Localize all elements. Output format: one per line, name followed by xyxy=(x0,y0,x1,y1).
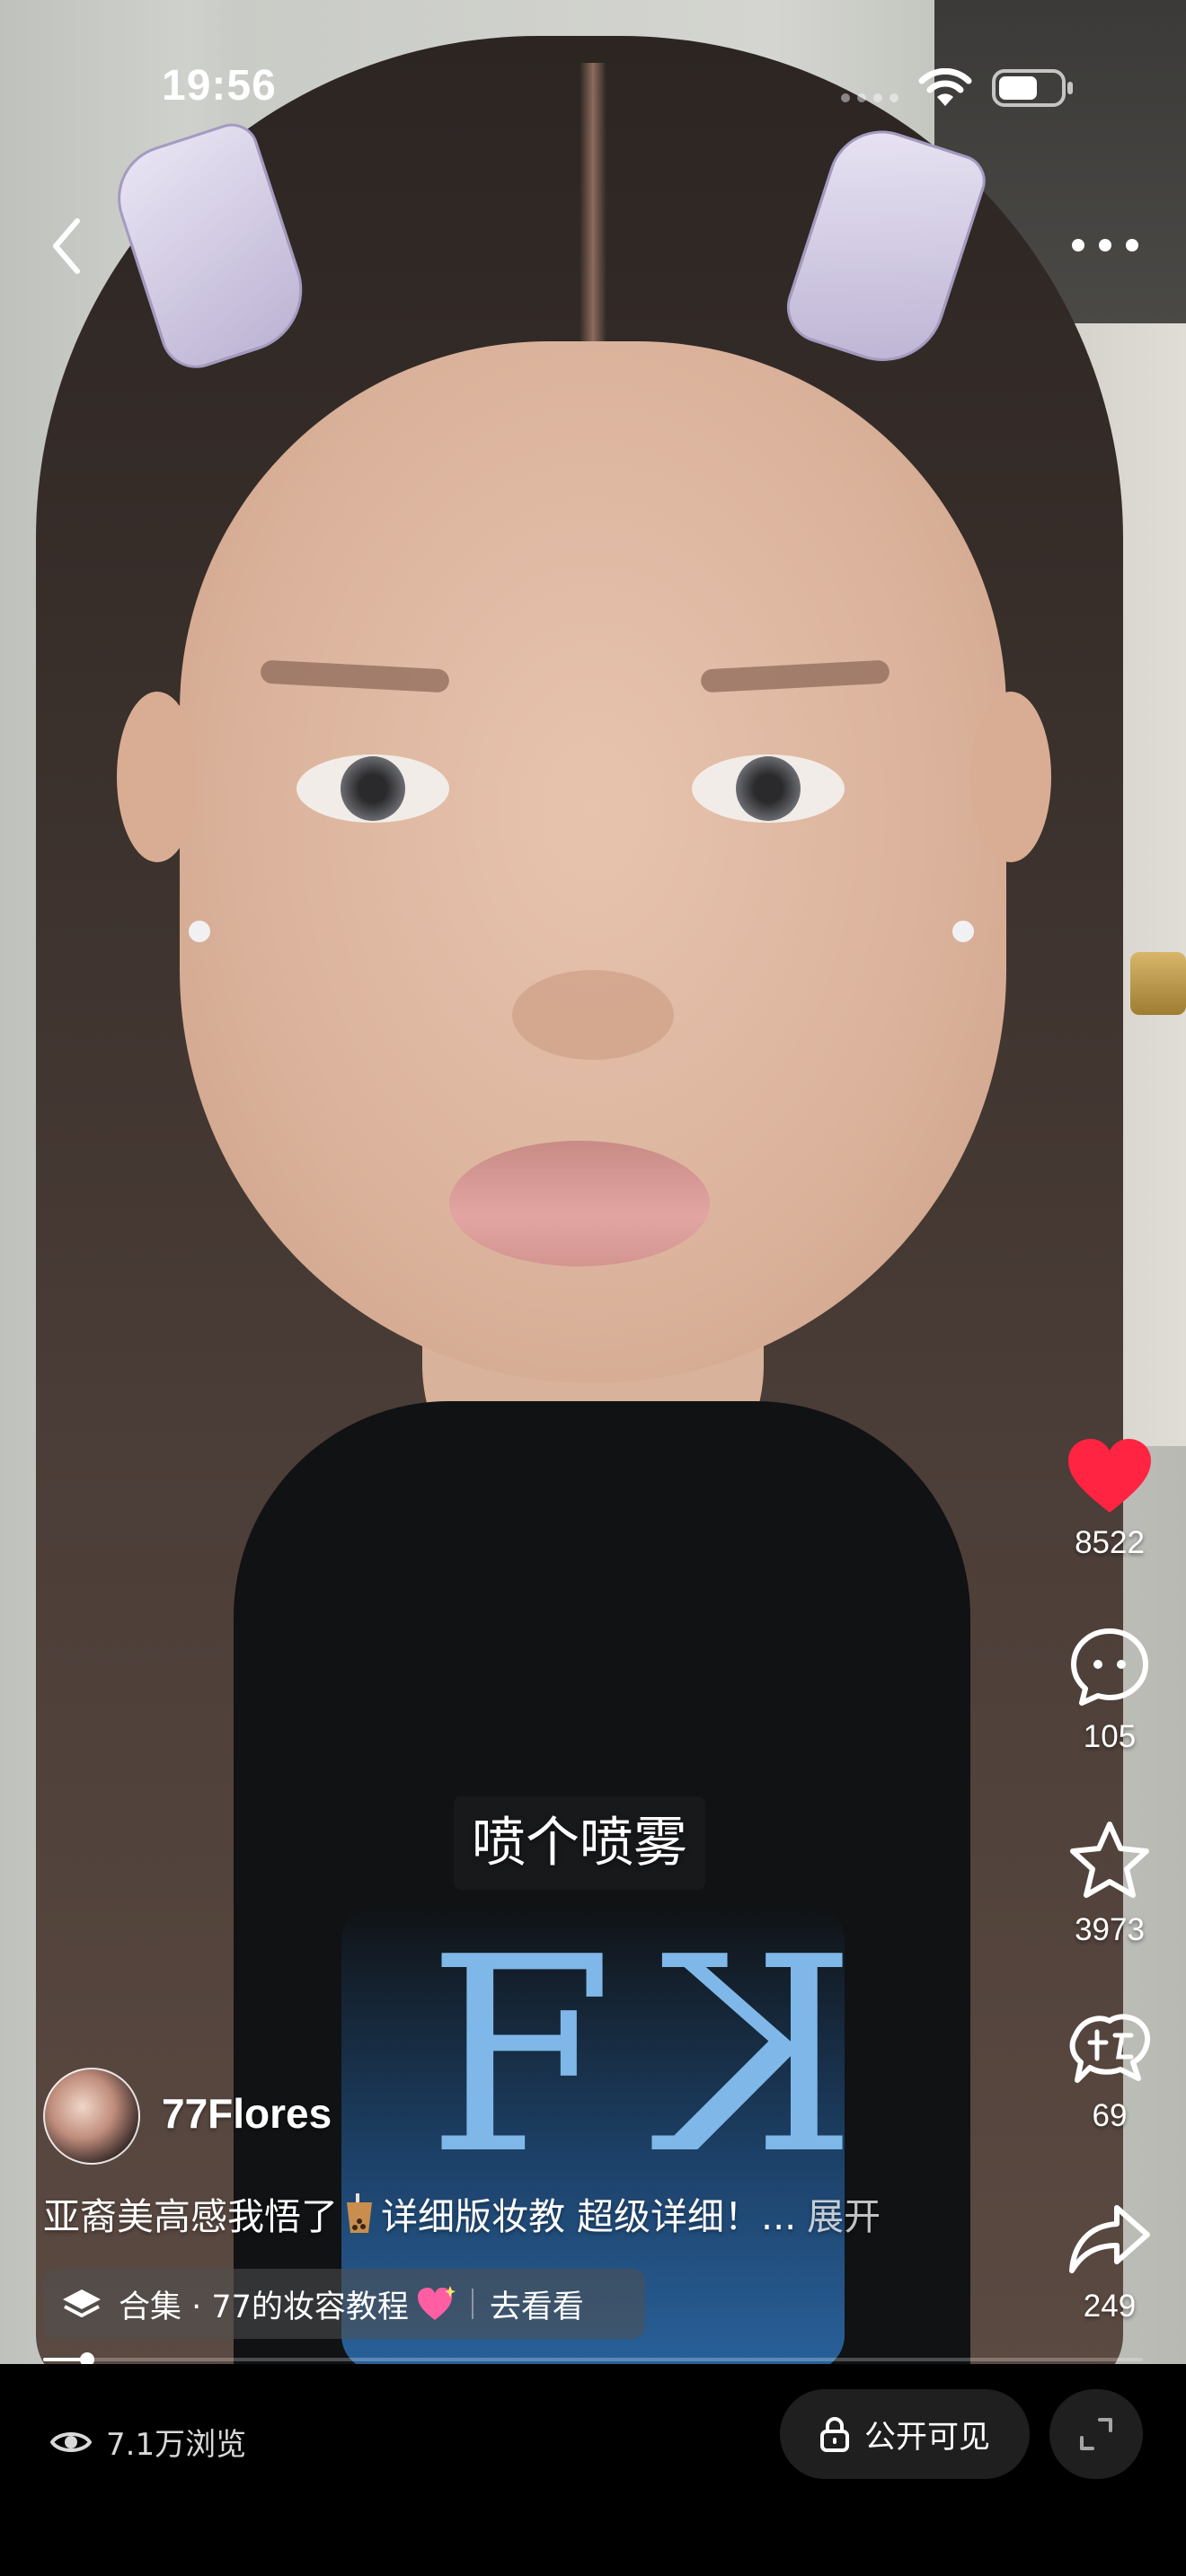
caption-expand-link[interactable]: 展开 xyxy=(807,2195,881,2238)
remix-count: 69 xyxy=(1092,2098,1128,2133)
collection-label: 合集 · 77的妆容教程 xyxy=(119,2289,409,2325)
caption-text-start: 亚裔美高感我悟了 xyxy=(43,2195,338,2238)
comment-bubble-icon xyxy=(1071,1628,1148,1706)
collection-go-link[interactable]: 去看看 xyxy=(490,2281,584,2327)
collection-pill[interactable]: 合集 · 77的妆容教程 去看看 xyxy=(43,2269,645,2339)
share-button[interactable]: 249 xyxy=(1042,2201,1177,2325)
comment-button[interactable]: 105 xyxy=(1042,1626,1177,1755)
caption-text-end: 详细版妆教 超级详细！... xyxy=(381,2195,797,2238)
bubble-tea-icon xyxy=(347,2193,372,2233)
door-handle xyxy=(1130,952,1186,1015)
author-avatar[interactable] xyxy=(43,2068,140,2165)
privacy-label: 公开可见 xyxy=(863,2419,990,2456)
remix-icon xyxy=(1069,2014,1151,2083)
bottom-bar: 7.1万浏览 公开可见 xyxy=(0,2364,1186,2576)
share-arrow-icon xyxy=(1069,2205,1150,2273)
privacy-button[interactable]: 公开可见 xyxy=(780,2389,1030,2479)
video-player[interactable]: F K xyxy=(0,0,1186,2364)
fullscreen-button[interactable] xyxy=(1049,2389,1143,2479)
video-progress-bar[interactable] xyxy=(43,2352,1143,2367)
remix-button[interactable]: 69 xyxy=(1042,2010,1177,2134)
like-count: 8522 xyxy=(1075,1525,1145,1560)
status-bar: 19:56 xyxy=(0,0,1186,171)
author-name[interactable]: 77Flores xyxy=(162,2089,332,2138)
back-button[interactable] xyxy=(40,208,97,284)
more-horizontal-icon xyxy=(1072,239,1138,251)
comment-count: 105 xyxy=(1083,1719,1137,1754)
lock-icon xyxy=(819,2417,849,2452)
signal-dots-icon xyxy=(841,93,898,102)
heart-icon xyxy=(1068,1439,1151,1513)
chevron-left-icon xyxy=(53,218,80,274)
eye-icon xyxy=(50,2431,92,2452)
post-caption[interactable]: 亚裔美高感我悟了 详细版妆教 超级详细！... 展开 xyxy=(43,2192,996,2242)
view-count-label: 7.1万浏览 xyxy=(106,2427,247,2463)
battery-icon xyxy=(992,69,1073,107)
favorite-count: 3973 xyxy=(1075,1912,1145,1947)
like-button[interactable]: 8522 xyxy=(1042,1437,1177,1561)
more-button[interactable] xyxy=(1060,223,1150,268)
fullscreen-icon xyxy=(1080,2418,1112,2450)
share-count: 249 xyxy=(1083,2289,1137,2324)
video-subtitle: 喷个喷雾 xyxy=(454,1796,705,1890)
wifi-icon xyxy=(918,68,972,106)
layers-icon xyxy=(63,2289,101,2317)
star-icon xyxy=(1070,1822,1149,1898)
sparkling-heart-icon xyxy=(417,2286,456,2320)
view-count: 7.1万浏览 xyxy=(50,2420,246,2464)
status-time: 19:56 xyxy=(162,62,277,110)
favorite-button[interactable]: 3973 xyxy=(1042,1819,1177,1948)
